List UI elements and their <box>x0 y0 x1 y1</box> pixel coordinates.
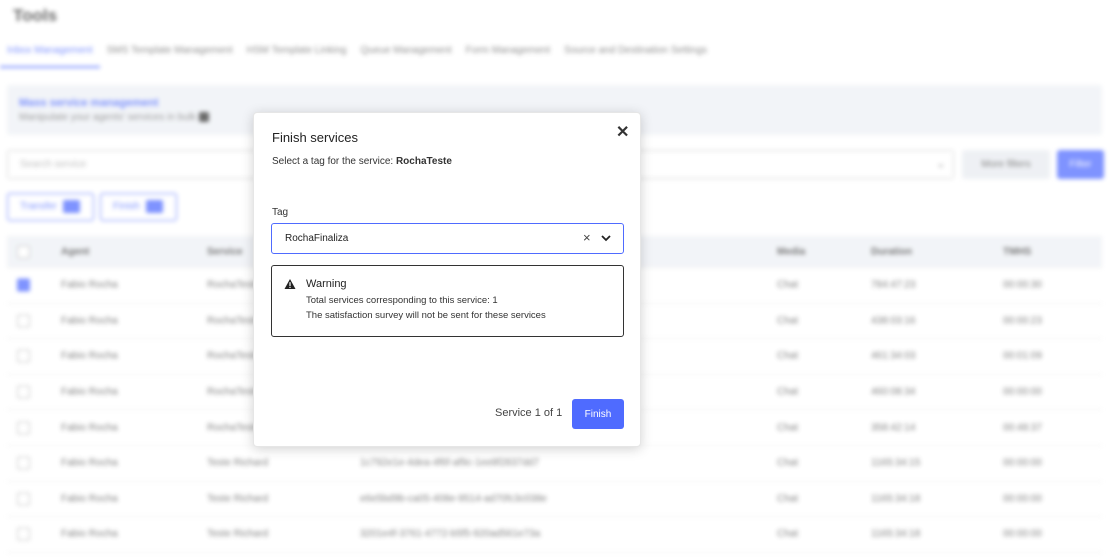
service-name: RochaTeste <box>395 156 452 167</box>
clear-icon[interactable]: × <box>583 230 591 245</box>
dialog-subtitle: Select a tag for the service: RochaTeste <box>272 156 452 167</box>
dialog-title: Finish services <box>272 130 358 145</box>
service-pager: Service 1 of 1 <box>495 407 563 419</box>
warning-survey-notice: The satisfaction survey will not be sent… <box>306 310 546 321</box>
tag-selected-value: RochaFinaliza <box>285 233 349 244</box>
finish-button[interactable]: Finish <box>572 399 624 429</box>
warning-box: Warning Total services corresponding to … <box>271 265 624 337</box>
tag-select[interactable]: RochaFinaliza × <box>271 223 624 254</box>
chevron-down-icon[interactable] <box>600 232 612 244</box>
close-icon[interactable]: ✕ <box>616 122 629 142</box>
finish-services-dialog: Finish services ✕ Select a tag for the s… <box>253 112 641 447</box>
tag-label: Tag <box>272 207 289 218</box>
warning-title: Warning <box>306 278 347 290</box>
warning-total-services: Total services corresponding to this ser… <box>306 295 498 306</box>
warning-icon <box>284 279 296 289</box>
